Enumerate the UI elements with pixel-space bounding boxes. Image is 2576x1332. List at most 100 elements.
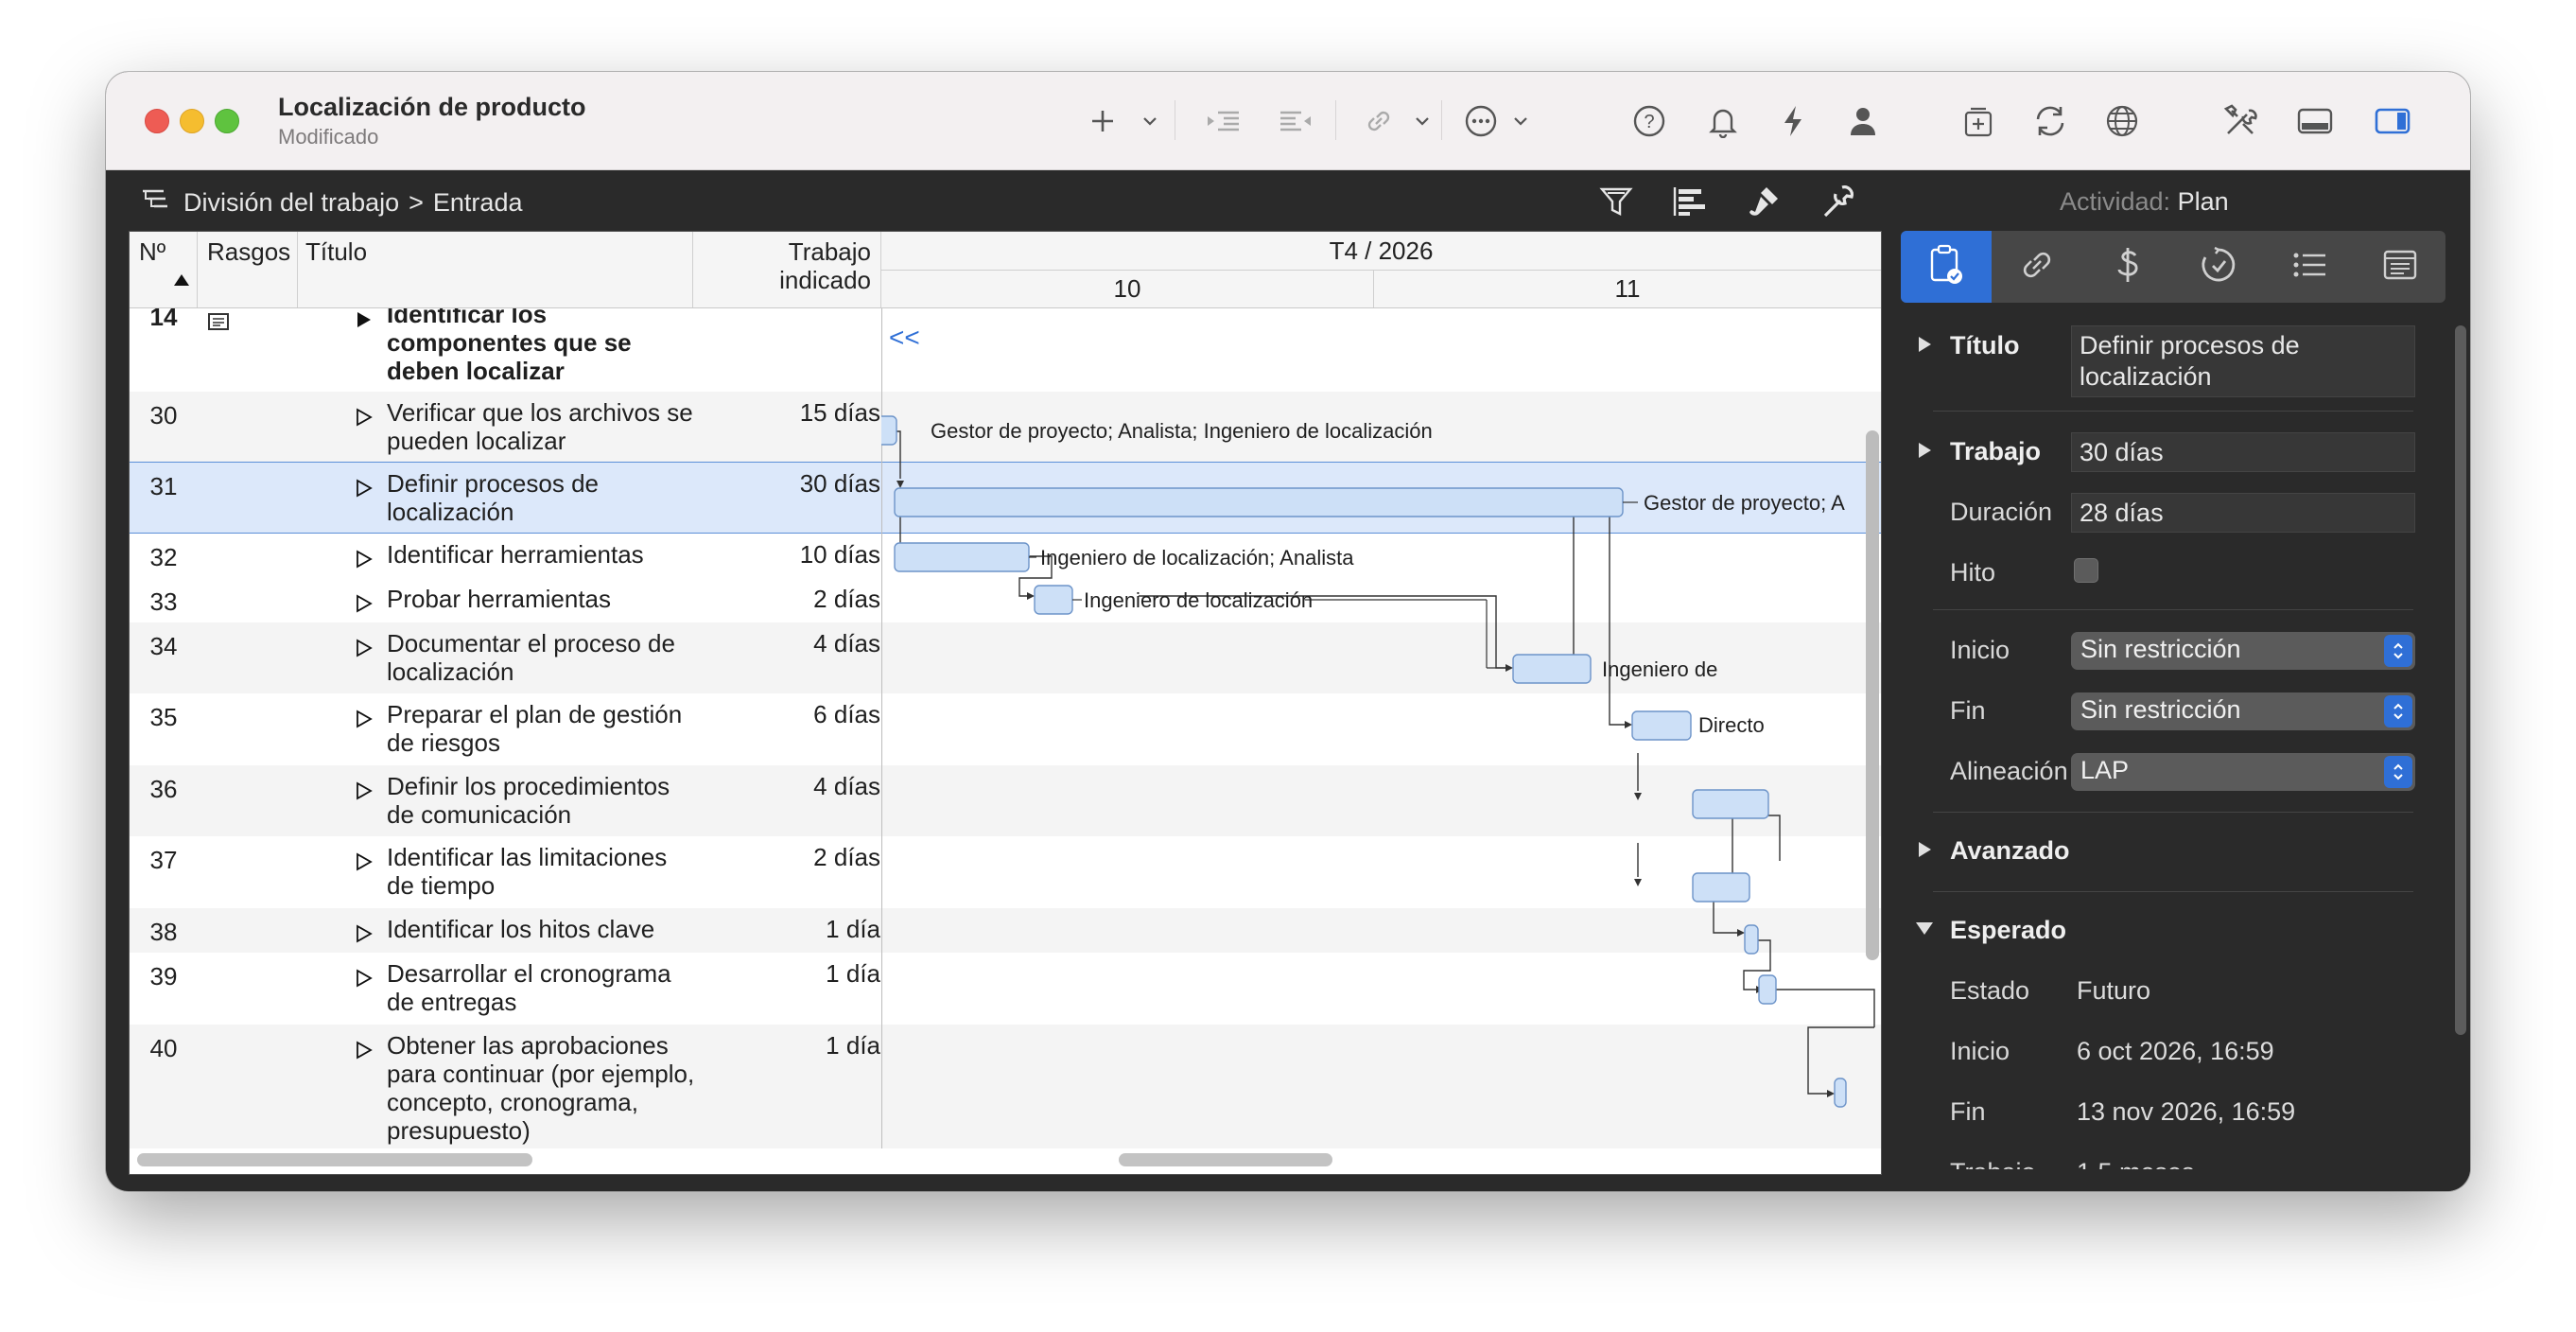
dependency-link: [1768, 815, 1781, 861]
task-bar-38[interactable]: [1744, 924, 1759, 955]
start-constraint-select[interactable]: Sin restricción: [2071, 632, 2415, 670]
disclosure-collapsed-icon[interactable]: [355, 965, 374, 994]
disclosure-collapsed-icon[interactable]: [355, 778, 374, 807]
bell-icon[interactable]: [1704, 100, 1742, 142]
task-bar-37[interactable]: [1692, 872, 1750, 903]
duration-label: Duración: [1950, 498, 2053, 526]
disclosure-collapsed-icon[interactable]: [355, 404, 374, 433]
wrench-icon[interactable]: [1816, 180, 1859, 223]
tab-costs[interactable]: [2082, 231, 2173, 303]
alignment-select[interactable]: LAP: [2071, 753, 2415, 791]
task-bar-35[interactable]: [1631, 710, 1692, 741]
notes-icon: [2382, 249, 2418, 286]
column-header-work[interactable]: Trabajo indicado: [693, 232, 881, 307]
dependency-arrow: [896, 481, 904, 488]
close-window-button[interactable]: [145, 109, 169, 133]
column-header-number[interactable]: Nº: [130, 232, 198, 307]
breadcrumb-separator: >: [409, 188, 424, 217]
gantt-view-icon[interactable]: [1668, 180, 1712, 223]
table-horizontal-scrollbar[interactable]: [137, 1153, 532, 1166]
task-bar-31[interactable]: [894, 487, 1624, 517]
end-constraint-select[interactable]: Sin restricción: [2071, 692, 2415, 730]
gantt-vertical-scrollbar[interactable]: [1866, 430, 1879, 960]
sidebar-icon[interactable]: [2372, 100, 2413, 142]
disclosure-expanded-icon[interactable]: [355, 308, 374, 336]
duration-field[interactable]: 28 días: [2071, 493, 2415, 533]
person-icon[interactable]: [1846, 100, 1880, 142]
task-bar-33[interactable]: [1034, 585, 1073, 615]
disclosure-collapsed-icon[interactable]: [355, 590, 374, 620]
task-bar-34[interactable]: [1512, 654, 1592, 684]
clipboard-icon: [1927, 244, 1965, 290]
indent-icon[interactable]: [1203, 100, 1244, 142]
row-title: Obtener las aprobaciones para continuar …: [387, 1031, 695, 1145]
table-header: Nº Rasgos Título Trabajo indicado T4 / 2…: [130, 232, 1881, 308]
disclosure-collapsed-icon[interactable]: [355, 849, 374, 878]
link-icon[interactable]: [1360, 100, 1398, 142]
activity-indicator: Actividad: Plan: [2060, 187, 2229, 217]
bolt-icon[interactable]: [1776, 100, 1810, 142]
task-bar-40[interactable]: [1834, 1078, 1847, 1108]
alignment-label: Alineación: [1950, 757, 2068, 785]
sync-icon[interactable]: [2031, 100, 2069, 142]
minimize-window-button[interactable]: [180, 109, 204, 133]
activity-value[interactable]: Plan: [2178, 187, 2229, 216]
tab-list[interactable]: [2264, 231, 2355, 303]
summary-collapsed-marker[interactable]: <<: [889, 323, 920, 352]
row-title: Preparar el plan de gestión de riesgos: [387, 700, 683, 757]
more-icon[interactable]: [1462, 100, 1500, 142]
expected-start-value: 6 oct 2026, 16:59: [2077, 1037, 2274, 1065]
title-disclosure-icon[interactable]: [1916, 335, 1933, 359]
task-bar-30[interactable]: [881, 415, 897, 446]
dependency-arrow: [1625, 721, 1632, 728]
title-field[interactable]: Definir procesos de localización: [2071, 325, 2415, 397]
outdent-icon[interactable]: [1275, 100, 1316, 142]
work-field[interactable]: 30 días: [2071, 432, 2415, 472]
disclosure-collapsed-icon[interactable]: [355, 546, 374, 575]
tab-notes[interactable]: [2355, 231, 2445, 303]
breadcrumb-item-entrada[interactable]: Entrada: [433, 188, 523, 218]
work-breakdown-icon[interactable]: [140, 185, 174, 220]
disclosure-collapsed-icon[interactable]: [355, 920, 374, 950]
note-icon[interactable]: [207, 308, 230, 338]
tab-task-info[interactable]: [1901, 231, 1992, 303]
resource-label: Gestor de proyecto; Analista; Ingeniero …: [931, 419, 1433, 443]
work-disclosure-icon[interactable]: [1916, 441, 1933, 464]
dependency-arrow: [1737, 929, 1745, 937]
task-bar-36[interactable]: [1692, 789, 1769, 819]
link-menu-chevron-down-icon[interactable]: [1411, 100, 1434, 142]
divider: [1933, 891, 2413, 892]
maximize-window-button[interactable]: [215, 109, 239, 133]
column-header-traits[interactable]: Rasgos: [198, 232, 298, 307]
add-subproject-icon[interactable]: [1959, 100, 1997, 142]
inspector-vertical-scrollbar[interactable]: [2455, 325, 2466, 1035]
add-menu-chevron-down-icon[interactable]: [1139, 100, 1161, 142]
advanced-disclosure-icon[interactable]: [1916, 840, 1933, 864]
more-menu-chevron-down-icon[interactable]: [1509, 100, 1532, 142]
column-header-title[interactable]: Título: [298, 232, 693, 307]
milestone-checkbox[interactable]: [2074, 558, 2098, 583]
disclosure-collapsed-icon[interactable]: [355, 635, 374, 664]
tab-links[interactable]: [1992, 231, 2082, 303]
expected-disclosure-icon[interactable]: [1914, 920, 1935, 941]
task-bar-39[interactable]: [1758, 974, 1777, 1005]
dependency-arrow: [1634, 879, 1642, 886]
task-bar-32[interactable]: [894, 542, 1030, 572]
advanced-section-label[interactable]: Avanzado: [1950, 836, 2070, 866]
tools-icon[interactable]: [2220, 100, 2262, 142]
breadcrumb-item-division[interactable]: División del trabajo: [183, 188, 399, 218]
help-icon[interactable]: ?: [1630, 100, 1668, 142]
filter-icon[interactable]: [1594, 180, 1638, 223]
plus-icon[interactable]: [1086, 100, 1120, 142]
expected-section-label[interactable]: Esperado: [1950, 916, 2066, 945]
style-brush-icon[interactable]: [1742, 180, 1785, 223]
disclosure-collapsed-icon[interactable]: [355, 1037, 374, 1066]
disclosure-collapsed-icon[interactable]: [355, 475, 374, 504]
disclosure-collapsed-icon[interactable]: [355, 706, 374, 735]
dependency-link: [1770, 989, 1875, 1027]
globe-icon[interactable]: [2103, 100, 2141, 142]
row-title: Documentar el proceso de localización: [387, 629, 675, 686]
bottom-panel-icon[interactable]: [2294, 100, 2336, 142]
tab-progress[interactable]: [2173, 231, 2264, 303]
gantt-horizontal-scrollbar[interactable]: [1119, 1153, 1332, 1166]
